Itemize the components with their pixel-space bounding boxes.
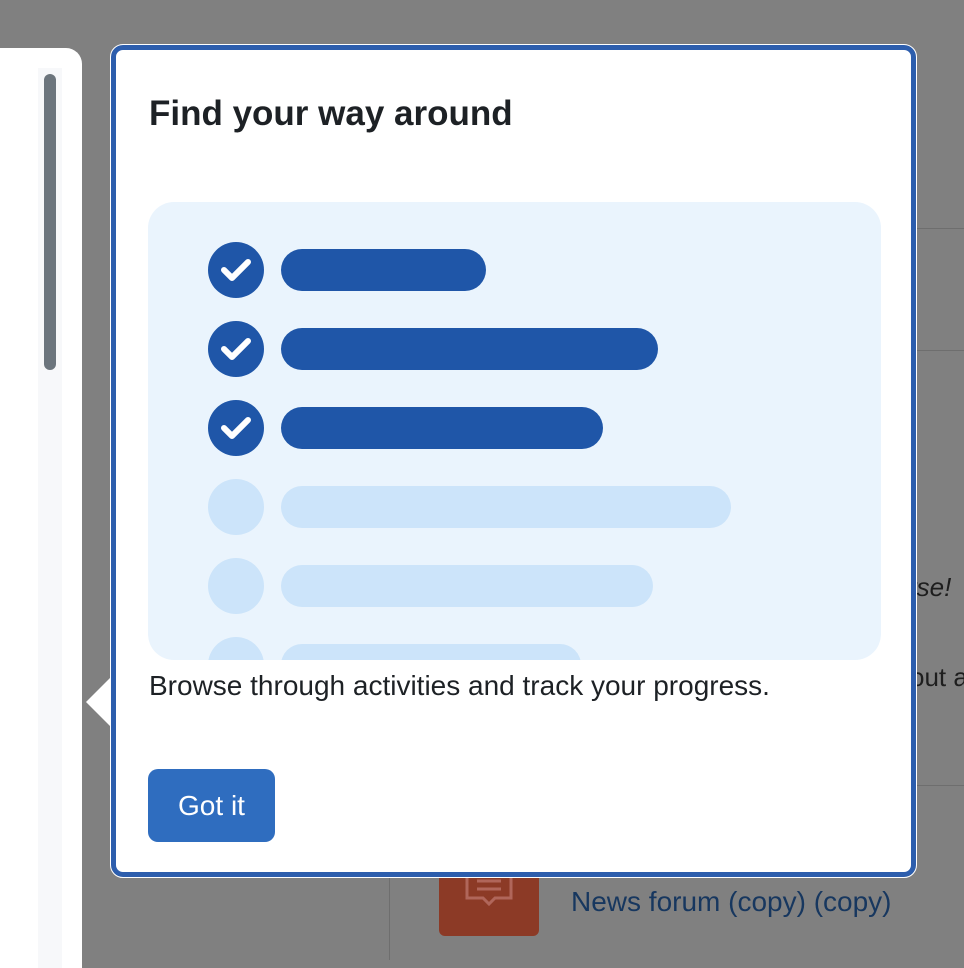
check-icon: [221, 259, 251, 281]
progress-illustration: [148, 202, 881, 660]
check-icon: [221, 338, 251, 360]
unchecked-circle: [208, 558, 264, 614]
forum-icon: [439, 868, 539, 936]
drawer-scrollbar[interactable]: [44, 74, 56, 370]
checklist-row: [208, 637, 836, 660]
checklist-row: [208, 479, 836, 535]
progress-bar: [281, 407, 603, 449]
progress-bar: [281, 565, 653, 607]
progress-bar: [281, 644, 581, 660]
divider: [916, 350, 964, 351]
checklist-row: [208, 558, 836, 614]
checklist-row: [208, 400, 836, 456]
tour-popover: Find your way around Browse through acti…: [110, 44, 917, 878]
checklist-row: [208, 242, 836, 298]
checklist-row: [208, 321, 836, 377]
unchecked-circle: [208, 479, 264, 535]
popover-body: Browse through activities and track your…: [149, 670, 770, 701]
divider: [916, 228, 964, 229]
progress-bar: [281, 249, 486, 291]
check-icon: [221, 417, 251, 439]
checked-circle: [208, 242, 264, 298]
divider: [916, 785, 964, 786]
progress-bar: [281, 328, 658, 370]
got-it-button[interactable]: Got it: [148, 769, 275, 842]
checked-circle: [208, 400, 264, 456]
checked-circle: [208, 321, 264, 377]
popover-title: Find your way around: [149, 94, 513, 133]
forum-link[interactable]: News forum (copy) (copy): [571, 886, 892, 918]
progress-bar: [281, 486, 731, 528]
background-text: out a: [910, 662, 964, 692]
unchecked-circle: [208, 637, 264, 660]
